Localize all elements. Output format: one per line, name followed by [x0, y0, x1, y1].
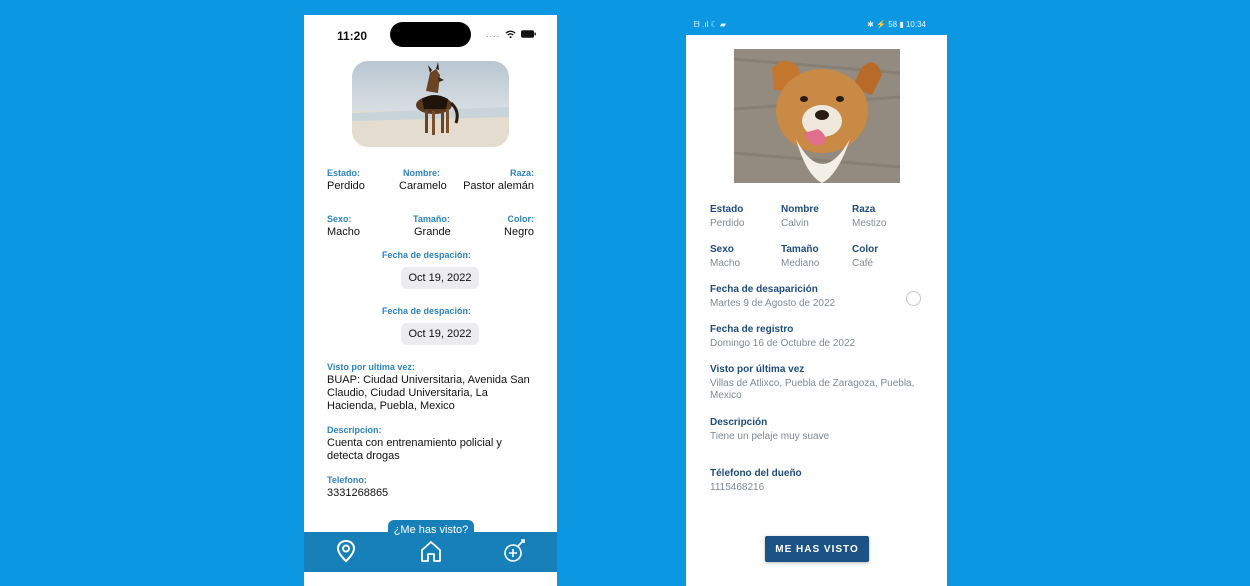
- tamano-label: Tamaño: [781, 244, 819, 255]
- fecha-desaparicion-label: Fecha de despación:: [382, 250, 472, 260]
- add-pet-icon[interactable]: [503, 539, 527, 563]
- sexo-value: Macho: [710, 258, 741, 269]
- sexo-value: Macho: [327, 226, 361, 238]
- status-time: 11:20: [337, 29, 368, 43]
- telefono-label: Telefono:: [327, 475, 367, 485]
- raza-value: Mestizo: [852, 218, 887, 229]
- dynamic-island: [390, 22, 471, 47]
- pet-photo: [734, 49, 900, 183]
- visto-value: Villas de Atlixco, Puebla de Zaragoza, P…: [710, 378, 915, 401]
- home-icon[interactable]: [419, 539, 443, 563]
- fecha-desaparicion-picker[interactable]: Oct 19, 2022: [401, 267, 479, 289]
- color-label: Color:: [507, 214, 535, 224]
- me-has-visto-button[interactable]: ME HAS VISTO: [765, 536, 869, 562]
- estado-value: Perdido: [710, 218, 745, 229]
- estado-label: Estado:: [327, 168, 361, 178]
- telefono-value: 3331268865: [327, 487, 389, 499]
- color-value: Café: [852, 258, 874, 269]
- color-value: Negro: [504, 226, 534, 238]
- raza-label: Raza: [852, 204, 876, 215]
- android-status-bar: ᗷ .ıl ☾ ▰ ✱ ⚡ 58 ▮ 10:34: [686, 15, 947, 35]
- nombre-value: Calvin: [781, 218, 809, 229]
- estado-value: Perdido: [327, 180, 365, 192]
- signal-dots: ....: [486, 29, 501, 39]
- visto-label: Visto por ultima vez:: [327, 362, 415, 372]
- estado-label: Estado: [710, 204, 744, 215]
- descripcion-value: Tiene un pelaje muy suave: [710, 431, 830, 442]
- fecha-desaparicion-picker-2[interactable]: Oct 19, 2022: [401, 323, 479, 345]
- wifi-icon: [505, 30, 516, 38]
- me-has-visto-tooltip[interactable]: ¿Me has visto?: [388, 520, 474, 540]
- status-icons: ....: [486, 27, 536, 41]
- fecha-registro-label: Fecha de registro: [710, 324, 794, 335]
- location-pin-icon[interactable]: [336, 539, 356, 563]
- sexo-label: Sexo:: [327, 214, 352, 224]
- descripcion-label: Descripción: [710, 417, 768, 428]
- descripcion-value: Cuenta con entrenamiento policial y dete…: [327, 437, 502, 462]
- tamano-value: Mediano: [781, 258, 820, 269]
- color-label: Color: [852, 244, 879, 255]
- nombre-label: Nombre: [781, 204, 819, 215]
- raza-label: Raza:: [509, 168, 534, 178]
- fecha-registro-value: Domingo 16 de Octubre de 2022: [710, 338, 856, 349]
- descripcion-label: Descripcion:: [327, 425, 382, 435]
- sexo-label: Sexo: [710, 244, 734, 255]
- telefono-value: 1115468216: [710, 482, 765, 493]
- nombre-value: Caramelo: [399, 180, 447, 192]
- battery-icon: [521, 30, 536, 38]
- tamano-label: Tamaño:: [413, 214, 450, 224]
- visto-value: BUAP: Ciudad Universitaria, Avenida San …: [327, 374, 530, 412]
- raza-value: Pastor alemán: [463, 180, 534, 192]
- fecha-desaparicion-label: Fecha de desaparición: [710, 284, 818, 295]
- ios-phone-screen: 11:20 .... Estado: Perdido Nombre: Caram…: [304, 15, 557, 586]
- telefono-label: Télefono del dueño: [710, 468, 802, 479]
- status-left-icons: ᗷ .ıl ☾ ▰: [694, 20, 726, 29]
- fecha-desaparicion-label-2: Fecha de despación:: [382, 306, 472, 316]
- visto-label: Visto por última vez: [710, 364, 805, 375]
- status-right-icons: ✱ ⚡ 58 ▮ 10:34: [867, 20, 926, 29]
- radio-button[interactable]: [906, 291, 921, 306]
- fecha-desaparicion-value: Martes 9 de Agosto de 2022: [710, 298, 836, 309]
- tamano-value: Grande: [414, 226, 451, 238]
- android-phone-screen: ᗷ .ıl ☾ ▰ ✱ ⚡ 58 ▮ 10:34 Estado Perdido …: [686, 15, 947, 586]
- pet-photo: [352, 61, 509, 147]
- nombre-label: Nombre:: [403, 168, 441, 178]
